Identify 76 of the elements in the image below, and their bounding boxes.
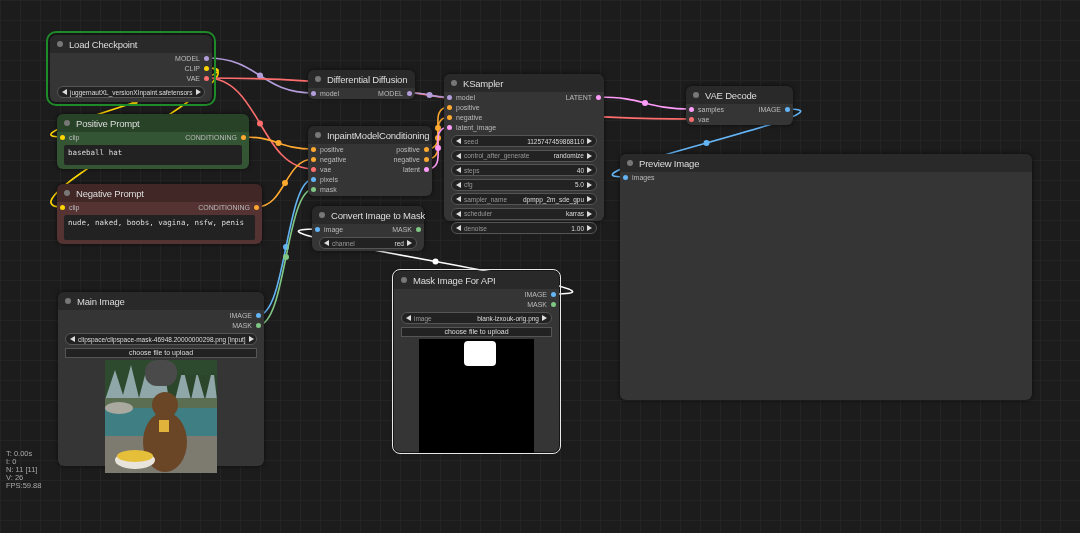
slot-dot-icon[interactable] <box>551 301 556 307</box>
arrow-right-icon[interactable] <box>248 336 254 342</box>
collapse-dot-icon[interactable] <box>65 298 71 304</box>
slot-dot-icon[interactable] <box>447 114 452 120</box>
arrow-right-icon[interactable] <box>587 196 592 202</box>
slot-dot-icon[interactable] <box>447 94 452 100</box>
arrow-left-icon[interactable] <box>456 210 461 217</box>
arrow-right-icon[interactable] <box>587 210 592 217</box>
collapse-dot-icon[interactable] <box>64 120 70 126</box>
arrow-right-icon[interactable] <box>587 152 592 159</box>
slot-dot-icon[interactable] <box>689 116 694 122</box>
arrow-left-icon[interactable] <box>456 167 461 173</box>
collapse-dot-icon[interactable] <box>451 80 457 86</box>
slot-dot-icon[interactable] <box>785 106 790 112</box>
arrow-right-icon[interactable] <box>587 181 592 188</box>
arrow-right-icon[interactable] <box>542 315 547 321</box>
slot-dot-icon[interactable] <box>551 291 556 297</box>
slot-dot-icon[interactable] <box>424 156 429 162</box>
arrow-left-icon[interactable] <box>406 315 411 321</box>
slot-dot-icon[interactable] <box>623 174 628 180</box>
node-title: Main Image <box>77 295 125 307</box>
arrow-right-icon[interactable] <box>195 89 201 95</box>
node-title: Convert Image to Mask <box>331 209 425 221</box>
slot-dot-icon[interactable] <box>204 65 209 71</box>
arrow-left-icon[interactable] <box>456 152 461 159</box>
arrow-right-icon[interactable] <box>407 240 412 246</box>
node-title: Load Checkpoint <box>69 38 138 50</box>
slot-dot-icon[interactable] <box>254 204 259 210</box>
slot-dot-icon[interactable] <box>204 75 209 81</box>
arrow-left-icon[interactable] <box>62 89 67 95</box>
collapse-dot-icon[interactable] <box>319 212 325 218</box>
arrow-right-icon[interactable] <box>587 138 592 144</box>
slot-dot-icon[interactable] <box>596 94 601 100</box>
slot-dot-icon[interactable] <box>60 204 65 210</box>
node-title: Negative Prompt <box>76 187 144 199</box>
node-title: Mask Image For API <box>413 274 496 286</box>
collapse-dot-icon[interactable] <box>315 76 321 82</box>
slot-dot-icon[interactable] <box>241 134 246 140</box>
slot-dot-icon[interactable] <box>60 134 65 140</box>
collapse-dot-icon[interactable] <box>401 277 407 283</box>
slot-dot-icon[interactable] <box>447 124 452 130</box>
slot-dot-icon[interactable] <box>311 176 316 182</box>
arrow-left-icon[interactable] <box>456 138 461 144</box>
arrow-left-icon[interactable] <box>456 181 461 188</box>
slot-dot-icon[interactable] <box>311 90 316 96</box>
slot-dot-icon[interactable] <box>311 146 316 152</box>
arrow-left-icon[interactable] <box>456 196 461 202</box>
slot-dot-icon[interactable] <box>416 226 421 232</box>
node-title: Preview Image <box>639 157 700 169</box>
slot-dot-icon[interactable] <box>689 106 694 112</box>
collapse-dot-icon[interactable] <box>57 41 63 47</box>
arrow-right-icon[interactable] <box>587 167 592 173</box>
arrow-left-icon[interactable] <box>456 225 461 231</box>
slot-dot-icon[interactable] <box>315 226 320 232</box>
arrow-left-icon[interactable] <box>70 336 75 342</box>
slot-dot-icon[interactable] <box>407 90 412 96</box>
slot-dot-icon[interactable] <box>311 156 316 162</box>
node-title: VAE Decode <box>705 89 757 101</box>
slot-dot-icon[interactable] <box>311 166 316 172</box>
collapse-dot-icon[interactable] <box>627 160 633 166</box>
slot-dot-icon[interactable] <box>256 322 261 328</box>
slot-dot-icon[interactable] <box>204 55 209 61</box>
slot-dot-icon[interactable] <box>447 104 452 110</box>
node-title: Differential Diffusion <box>327 73 408 85</box>
node-title: Positive Prompt <box>76 117 140 129</box>
node-title: KSampler <box>463 77 504 89</box>
collapse-dot-icon[interactable] <box>693 92 699 98</box>
node-title: InpaintModelConditioning <box>327 129 430 141</box>
slot-dot-icon[interactable] <box>424 166 429 172</box>
slot-dot-icon[interactable] <box>311 186 316 192</box>
arrow-right-icon[interactable] <box>587 225 592 231</box>
arrow-left-icon[interactable] <box>324 240 329 246</box>
collapse-dot-icon[interactable] <box>315 132 321 138</box>
slot-dot-icon[interactable] <box>256 312 261 318</box>
collapse-dot-icon[interactable] <box>64 190 70 196</box>
slot-dot-icon[interactable] <box>424 146 429 152</box>
